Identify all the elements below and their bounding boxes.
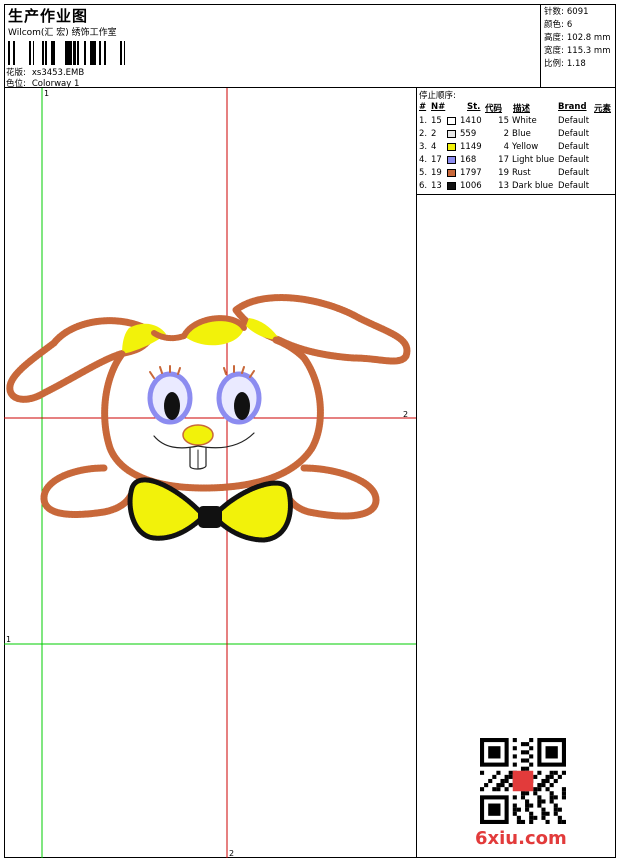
worksheet-header: 生产作业图 Wilcom(汇 宏) 绣饰工作室 花版: xs3453.EMB 色位…: [4, 4, 616, 89]
stop-sequence-row: 6. 13 1006 13 Dark blue Default: [417, 181, 616, 194]
bow-knot: [198, 506, 222, 528]
color-description: Dark blue: [512, 181, 554, 191]
color-swatch: [447, 156, 456, 164]
color-swatch: [447, 169, 456, 177]
brand-name: Default: [558, 129, 590, 139]
stitch-count: 559: [460, 129, 477, 139]
design-stats: 针数: 6091 颜色: 6 高度: 102.8 mm 宽度: 115.3 mm 比例:…: [540, 4, 616, 88]
color-code: 2: [503, 129, 509, 139]
page-title: 生产作业图: [8, 7, 89, 25]
col-stitches: St.: [467, 102, 481, 112]
col-code: 代码: [485, 104, 503, 114]
width-row: 宽度: 115.3 mm: [544, 46, 611, 56]
color-code: 19: [498, 168, 509, 178]
col-num: #: [419, 102, 427, 112]
company-name: Wilcom(汇 宏) 绣饰工作室: [8, 28, 117, 38]
stitch-count: 168: [460, 155, 477, 165]
embroidery-preview: 1 1 2 2: [4, 88, 416, 858]
needle-number: 2: [431, 129, 437, 139]
color-swatch: [447, 117, 456, 125]
stop-sequence-row: 1. 15 1410 15 White Default: [417, 116, 616, 129]
green-v-guide-label: 1: [44, 89, 49, 98]
col-brand: Brand: [558, 102, 587, 112]
color-description: Rust: [512, 168, 531, 178]
color-swatch: [447, 143, 456, 151]
brand-name: Default: [558, 116, 590, 126]
stop-index: 2.: [419, 129, 428, 139]
color-description: Light blue: [512, 155, 555, 165]
red-v-guide-label: 2: [229, 849, 234, 858]
stitches-row: 针数: 6091: [544, 7, 589, 17]
left-pupil: [164, 392, 180, 420]
brand-name: Default: [558, 155, 590, 165]
stop-sequence-row: 3. 4 1149 4 Yellow Default: [417, 142, 616, 155]
right-pupil: [234, 392, 250, 420]
stop-sequence-row: 5. 19 1797 19 Rust Default: [417, 168, 616, 181]
stitch-count: 1410: [460, 116, 482, 126]
stitch-count: 1797: [460, 168, 482, 178]
green-h-guide-label: 1: [6, 635, 11, 644]
qr-code-icon: [480, 738, 566, 824]
color-swatch: [447, 130, 456, 138]
height-row: 高度: 102.8 mm: [544, 33, 611, 43]
stop-sequence-title: 停止顺序:: [419, 91, 456, 101]
col-needle: N#: [431, 102, 446, 112]
needle-number: 15: [431, 116, 442, 126]
needle-number: 4: [431, 142, 437, 152]
color-description: Blue: [512, 129, 531, 139]
col-element: 元素: [594, 104, 612, 114]
red-h-guide-label: 2: [403, 410, 408, 419]
brand-name: Default: [558, 181, 590, 191]
left-paw: [40, 464, 138, 518]
color-code: 13: [498, 181, 509, 191]
col-description: 描述: [513, 104, 531, 114]
head-outline: [101, 336, 324, 492]
scale-row: 比例: 1.18: [544, 59, 586, 69]
color-swatch: [447, 182, 456, 190]
needle-number: 17: [431, 155, 442, 165]
brand-name: Default: [558, 142, 590, 152]
stop-sequence-row: 2. 2 559 2 Blue Default: [417, 129, 616, 142]
bow-right-wing: [211, 480, 293, 543]
needle-number: 13: [431, 181, 442, 191]
color-code: 4: [503, 142, 509, 152]
panel-divider: [417, 194, 616, 195]
color-description: White: [512, 116, 537, 126]
color-code: 15: [498, 116, 509, 126]
stop-index: 6.: [419, 181, 428, 191]
barcode-icon: [8, 41, 125, 65]
color-code: 17: [498, 155, 509, 165]
stop-index: 4.: [419, 155, 428, 165]
rabbit-design: [6, 294, 411, 543]
stitch-count: 1006: [460, 181, 482, 191]
stop-index: 1.: [419, 116, 428, 126]
stitch-count: 1149: [460, 142, 482, 152]
watermark-text: 6xiu.com: [475, 828, 567, 849]
stop-index: 3.: [419, 142, 428, 152]
right-paw: [280, 464, 380, 520]
needle-number: 19: [431, 168, 442, 178]
color-description: Yellow: [512, 142, 539, 152]
colors-row: 颜色: 6: [544, 20, 573, 30]
design-canvas[interactable]: 1 1 2 2: [4, 88, 416, 858]
stop-index: 5.: [419, 168, 428, 178]
nose: [182, 424, 214, 446]
stop-sequence-row: 4. 17 168 17 Light blue Default: [417, 155, 616, 168]
brand-name: Default: [558, 168, 590, 178]
